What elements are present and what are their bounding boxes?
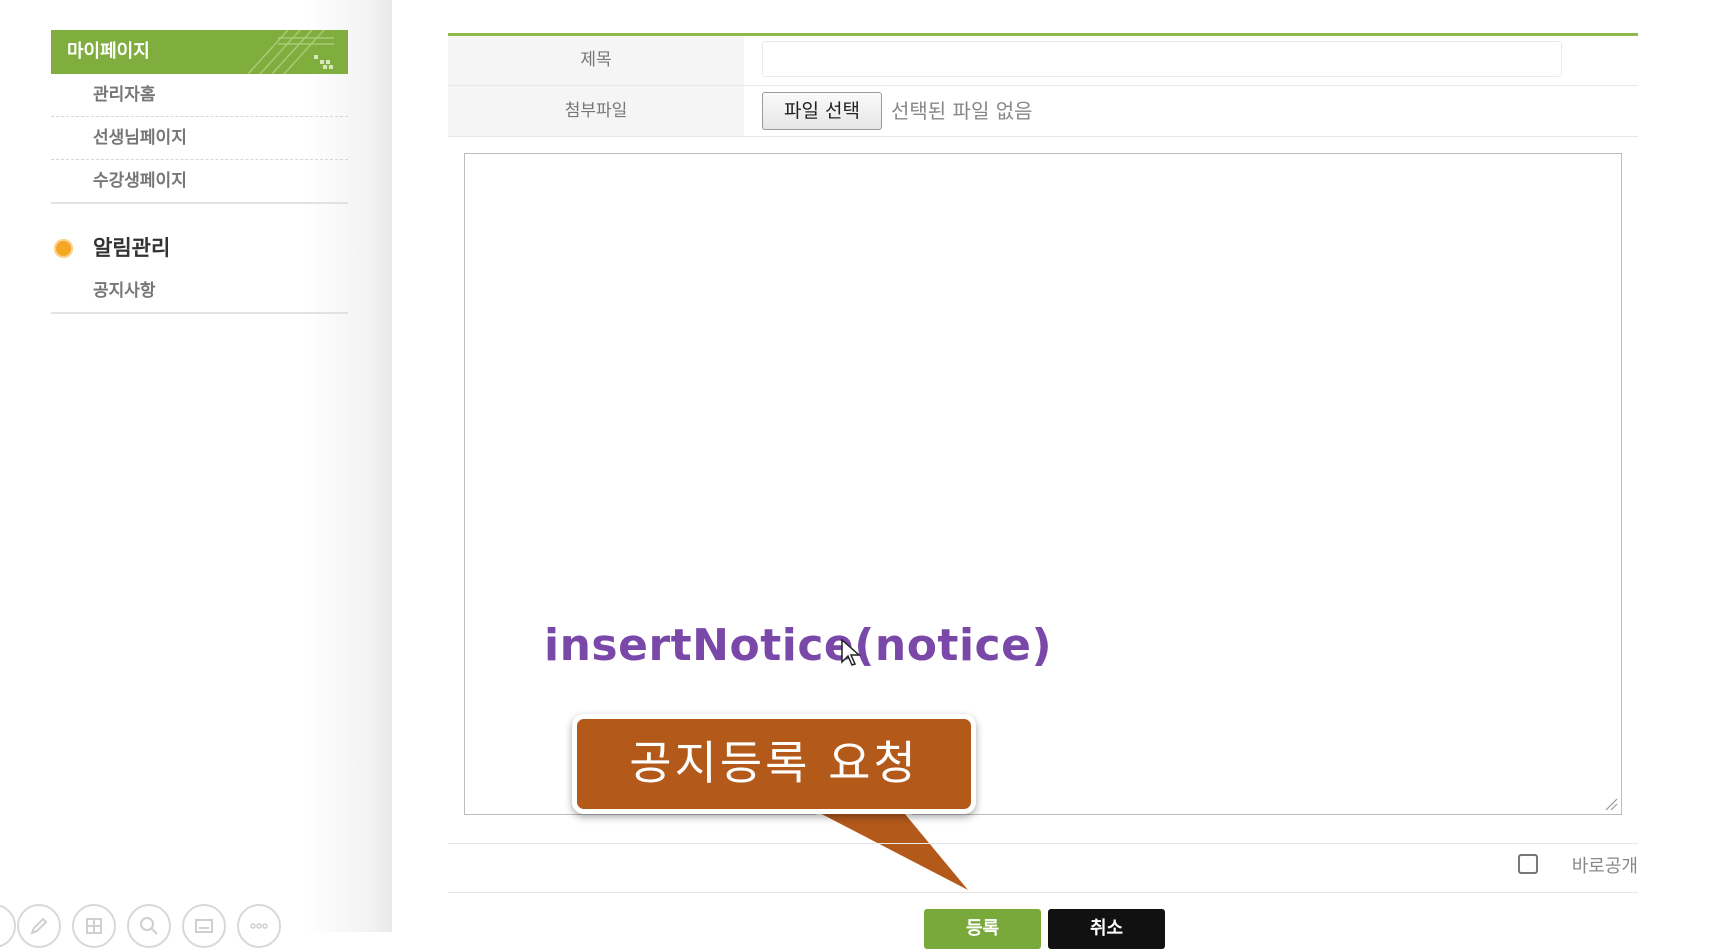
mouse-cursor-icon: [841, 638, 861, 666]
sidebar-group-notifications: 알림관리: [51, 226, 348, 270]
bullet-icon: [54, 239, 73, 258]
sidebar: 마이페이지 관리자홈 선생님페이지 수강생페이지 알림관리 공지사항: [51, 30, 348, 314]
more-icon[interactable]: [237, 904, 281, 948]
cancel-button[interactable]: 취소: [1048, 909, 1165, 949]
sidebar-item-notices[interactable]: 공지사항: [51, 270, 348, 314]
header-decoration: [247, 30, 334, 74]
publish-label: 바로공개: [1571, 856, 1638, 877]
sidebar-item-teacher-page[interactable]: 선생님페이지: [51, 117, 348, 160]
publish-checkbox[interactable]: [1518, 854, 1538, 874]
sidebar-group-title: 알림관리: [93, 236, 171, 260]
attachment-label: 첨부파일: [448, 86, 744, 136]
zoom-icon[interactable]: [127, 904, 171, 948]
annotation-callout: 공지등록 요청: [572, 714, 976, 814]
subtitle-icon[interactable]: [182, 904, 226, 948]
title-row: 제목: [448, 36, 1638, 86]
file-status-text: 선택된 파일 없음: [891, 99, 1033, 123]
sidebar-header[interactable]: 마이페이지: [51, 30, 348, 74]
layout-icon[interactable]: [72, 904, 116, 948]
pen-icon[interactable]: [17, 904, 61, 948]
attachment-row: 첨부파일 파일 선택 선택된 파일 없음: [448, 86, 1638, 137]
file-select-button[interactable]: 파일 선택: [762, 92, 882, 130]
title-input[interactable]: [762, 41, 1562, 77]
title-label: 제목: [448, 36, 744, 85]
annotation-code-text: insertNotice(notice): [544, 620, 1053, 671]
sidebar-item-admin-home[interactable]: 관리자홈: [51, 74, 348, 117]
sidebar-header-label: 마이페이지: [67, 41, 150, 62]
save-button[interactable]: 등록: [924, 909, 1041, 949]
resize-grip-icon[interactable]: [1604, 797, 1618, 811]
sidebar-item-student-page[interactable]: 수강생페이지: [51, 160, 348, 204]
publish-row: 바로공개: [448, 843, 1638, 893]
